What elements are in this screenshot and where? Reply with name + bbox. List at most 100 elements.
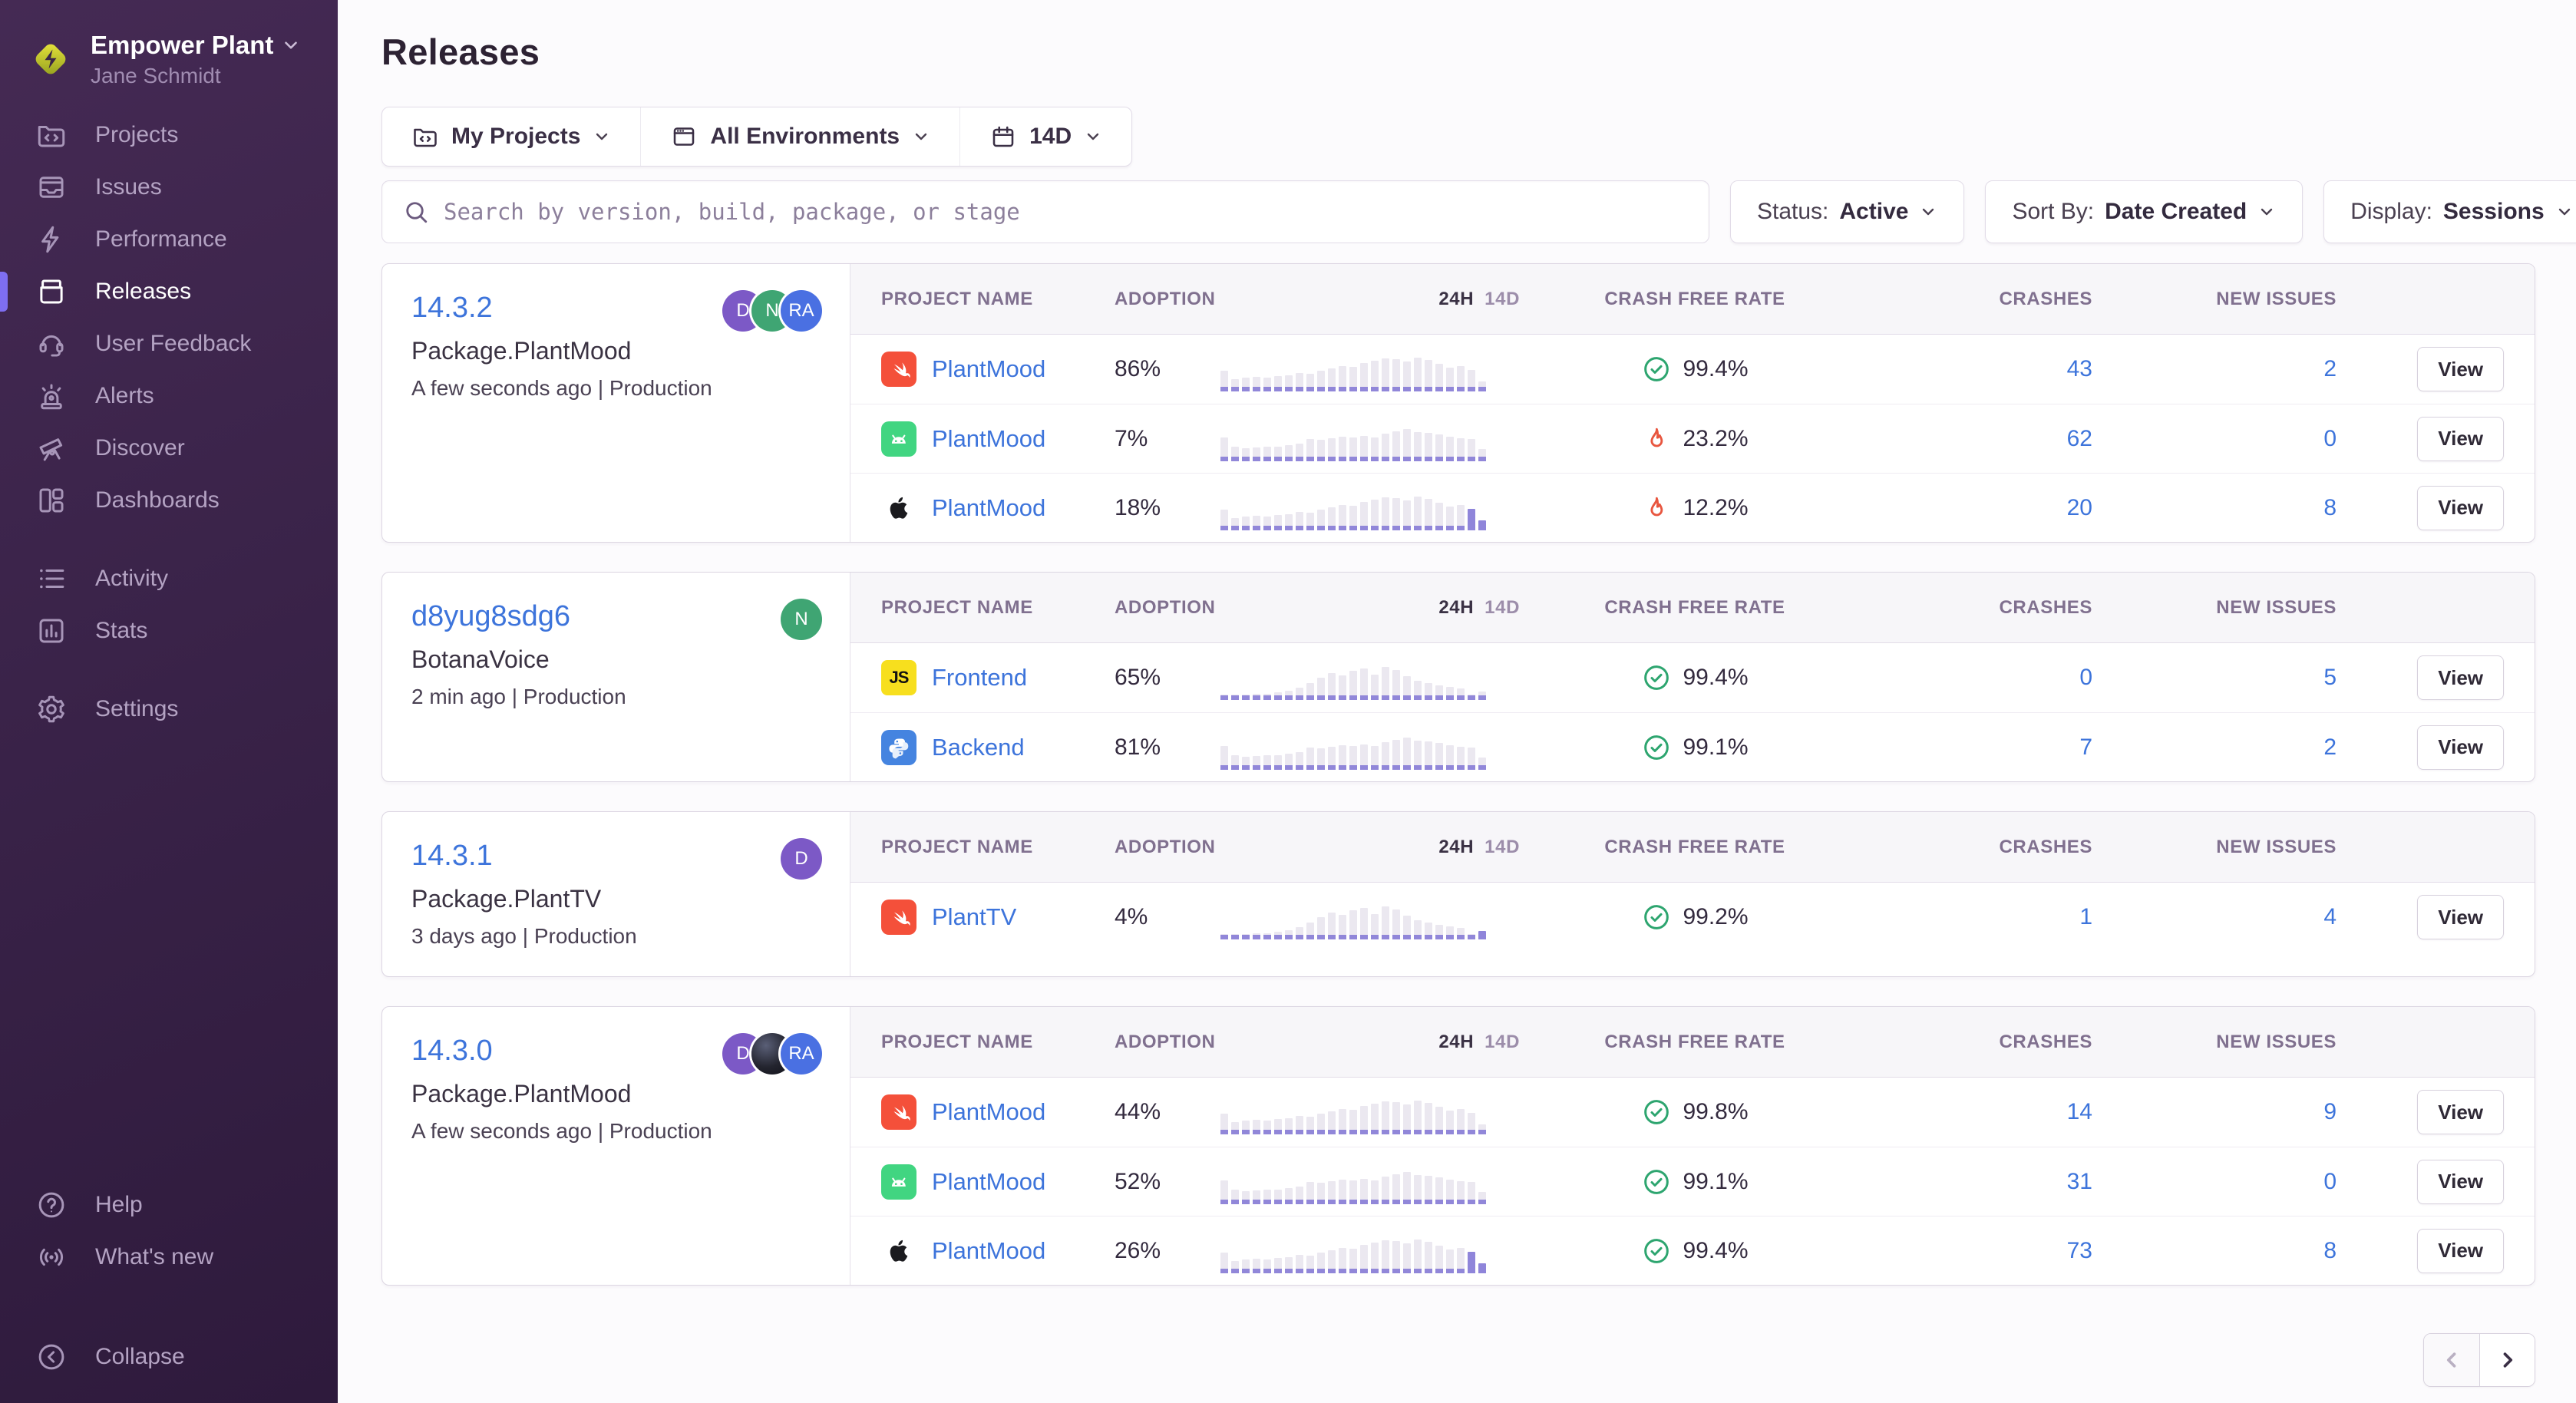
adoption-value: 52% <box>1115 1169 1214 1195</box>
sidebar-item-releases[interactable]: Releases <box>0 266 338 318</box>
column-header-adoption: Adoption <box>1115 837 1214 858</box>
sparkline-bar <box>1478 449 1486 461</box>
project-link[interactable]: PlantTV <box>932 903 1016 931</box>
crashes-count-link[interactable]: 20 <box>1870 495 2092 521</box>
sparkline-bar <box>1382 742 1389 770</box>
crashes-count-link[interactable]: 7 <box>1870 735 2092 761</box>
sparkline-bar <box>1231 447 1239 461</box>
display-dropdown[interactable]: Display: Sessions <box>2323 180 2576 243</box>
new-issues-count-link[interactable]: 2 <box>2099 735 2337 761</box>
toggle-14d[interactable]: 14D <box>1485 289 1520 310</box>
column-header-project-name: Project Name <box>881 837 1108 858</box>
view-button[interactable]: View <box>2417 655 2504 700</box>
sidebar-item-performance[interactable]: Performance <box>0 213 338 266</box>
sidebar-item-settings[interactable]: Settings <box>0 683 338 735</box>
sparkline-bar <box>1360 908 1368 939</box>
project-link[interactable]: PlantMood <box>932 1168 1045 1196</box>
view-button[interactable]: View <box>2417 486 2504 530</box>
avatar-group: DRA <box>722 1033 822 1075</box>
project-link[interactable]: PlantMood <box>932 1098 1045 1126</box>
sidebar-item-help[interactable]: Help <box>0 1179 338 1231</box>
new-issues-count-link[interactable]: 0 <box>2099 426 2337 452</box>
sidebar-item-user-feedback[interactable]: User Feedback <box>0 318 338 370</box>
release-project-table: Project Name Adoption 24H 14D Crash Free… <box>850 264 2535 542</box>
toggle-24h[interactable]: 24H <box>1438 289 1474 310</box>
sidebar-item-activity[interactable]: Activity <box>0 553 338 605</box>
search-input[interactable] <box>444 199 1689 225</box>
calendar-icon <box>989 123 1017 150</box>
new-issues-count-link[interactable]: 8 <box>2099 495 2337 521</box>
org-switcher[interactable]: Empower Plant Jane Schmidt <box>0 23 338 109</box>
projects-filter-dropdown[interactable]: My Projects <box>382 107 640 166</box>
sparkline-bar <box>1435 1246 1443 1273</box>
new-issues-count-link[interactable]: 2 <box>2099 356 2337 382</box>
new-issues-count-link[interactable]: 4 <box>2099 904 2337 930</box>
sidebar-collapse-button[interactable]: Collapse <box>0 1331 338 1383</box>
toggle-14d[interactable]: 14D <box>1485 597 1520 619</box>
status-dropdown[interactable]: Status: Active <box>1730 180 1964 243</box>
sidebar-item-what-s-new[interactable]: What's new <box>0 1231 338 1283</box>
new-issues-count-link[interactable]: 0 <box>2099 1169 2337 1195</box>
table-header-row: Project Name Adoption 24H 14D Crash Free… <box>850 264 2535 335</box>
previous-page-button[interactable] <box>2424 1334 2479 1386</box>
table-row: Backend 81% 99.1% 7 2 View <box>850 712 2535 781</box>
sparkline-bar <box>1220 1114 1228 1134</box>
toggle-14d[interactable]: 14D <box>1485 1032 1520 1053</box>
avatar: N <box>781 599 822 640</box>
user-feedback-icon <box>35 328 68 360</box>
new-issues-count-link[interactable]: 9 <box>2099 1099 2337 1125</box>
project-link[interactable]: PlantMood <box>932 494 1045 522</box>
crashes-count-link[interactable]: 0 <box>1870 665 2092 691</box>
sidebar-item-dashboards[interactable]: Dashboards <box>0 474 338 527</box>
sparkline-bar <box>1306 923 1314 939</box>
sidebar-item-projects[interactable]: Projects <box>0 109 338 161</box>
new-issues-count-link[interactable]: 8 <box>2099 1238 2337 1264</box>
crashes-count-link[interactable]: 1 <box>1870 904 2092 930</box>
view-button[interactable]: View <box>2417 1160 2504 1204</box>
project-link[interactable]: PlantMood <box>932 355 1045 383</box>
sparkline-bar <box>1425 741 1432 770</box>
view-button[interactable]: View <box>2417 1229 2504 1273</box>
toggle-24h[interactable]: 24H <box>1438 1032 1474 1053</box>
toggle-14d[interactable]: 14D <box>1485 837 1520 858</box>
sparkline-bar <box>1457 747 1465 770</box>
sidebar-item-discover[interactable]: Discover <box>0 422 338 474</box>
adoption-value: 4% <box>1115 904 1214 930</box>
sparkline-bar <box>1425 923 1432 939</box>
date-range-dropdown[interactable]: 14D <box>959 107 1131 166</box>
toggle-24h[interactable]: 24H <box>1438 837 1474 858</box>
release-version-link[interactable]: d8yug8sdg6 <box>411 600 821 633</box>
environments-filter-dropdown[interactable]: All Environments <box>640 107 959 166</box>
crashes-count-link[interactable]: 14 <box>1870 1099 2092 1125</box>
sidebar-item-label: Performance <box>95 226 227 253</box>
new-issues-count-link[interactable]: 5 <box>2099 665 2337 691</box>
sparkline-bar <box>1392 1174 1400 1204</box>
sparkline-bar <box>1392 909 1400 939</box>
next-page-button[interactable] <box>2479 1334 2535 1386</box>
sidebar-item-stats[interactable]: Stats <box>0 605 338 657</box>
view-button[interactable]: View <box>2417 725 2504 770</box>
crashes-count-link[interactable]: 31 <box>1870 1169 2092 1195</box>
view-button[interactable]: View <box>2417 417 2504 461</box>
crash-free-flame-icon <box>1641 493 1672 523</box>
page-title: Releases <box>381 31 2535 73</box>
project-link[interactable]: PlantMood <box>932 425 1045 453</box>
sidebar-item-issues[interactable]: Issues <box>0 161 338 213</box>
sidebar-item-alerts[interactable]: Alerts <box>0 370 338 422</box>
crashes-count-link[interactable]: 62 <box>1870 426 2092 452</box>
release-version-link[interactable]: 14.3.1 <box>411 840 821 873</box>
project-link[interactable]: Backend <box>932 734 1025 761</box>
view-button[interactable]: View <box>2417 347 2504 391</box>
view-button[interactable]: View <box>2417 895 2504 939</box>
project-link[interactable]: PlantMood <box>932 1237 1045 1265</box>
search-icon <box>402 198 430 226</box>
projects-filter-label: My Projects <box>451 124 580 150</box>
view-button[interactable]: View <box>2417 1090 2504 1134</box>
dashboards-icon <box>35 484 68 517</box>
toggle-24h[interactable]: 24H <box>1438 597 1474 619</box>
sort-by-dropdown[interactable]: Sort By: Date Created <box>1985 180 2303 243</box>
crashes-count-link[interactable]: 73 <box>1870 1238 2092 1264</box>
crashes-count-link[interactable]: 43 <box>1870 356 2092 382</box>
adoption-sparkline <box>1220 1090 1520 1134</box>
project-link[interactable]: Frontend <box>932 664 1027 692</box>
